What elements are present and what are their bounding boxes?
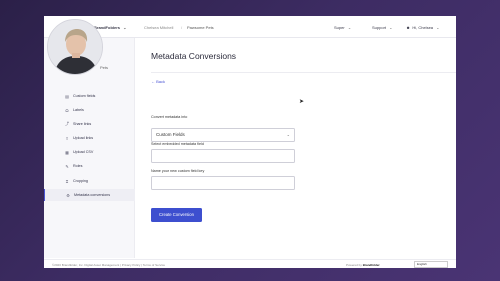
sidebar-item-label: Upload CSV [73, 150, 94, 154]
sidebar-item-labels[interactable]: ⬭ Labels [44, 104, 135, 116]
share-links-icon: ⤴ [65, 121, 69, 126]
sidebar-item-label: Metadata conversions [74, 193, 111, 197]
user-menu[interactable]: ☻ Hi, Chelsea ⌄ [406, 25, 440, 30]
webcam-avatar [47, 19, 103, 75]
sidebar-item-roles[interactable]: ✎ Roles [44, 160, 135, 172]
app-window: BrandFolders ⌄ Chelsea Mitchell / Pawsom… [44, 16, 456, 268]
sidebar-item-label: Cropping [73, 179, 88, 183]
support-label: Support [372, 25, 387, 30]
settings-sidebar: Pets ▤ Custom fields ⬭ Labels ⤴ Share links ⇪ U… [44, 38, 135, 258]
upload-csv-icon: ▦ [65, 149, 69, 155]
super-label: Super [334, 25, 345, 30]
chevron-down-icon: ⌄ [286, 132, 290, 137]
main-content: Metadata Conversions ← Back Convert meta… [136, 38, 456, 258]
chevron-down-icon: ⌄ [389, 25, 393, 30]
person-icon: ☻ [406, 25, 411, 30]
mouse-cursor-icon: ➤ [299, 99, 305, 105]
language-select[interactable]: English [414, 261, 448, 268]
user-greeting: Hi, Chelsea [412, 25, 434, 30]
embedded-field-label: Select embedded metadata field [151, 142, 204, 146]
top-navigation-bar: BrandFolders ⌄ Chelsea Mitchell / Pawsom… [44, 16, 456, 38]
sidebar-item-label: Labels [73, 108, 84, 112]
sidebar-item-label: Roles [73, 164, 83, 168]
sidebar-item-upload-links[interactable]: ⇪ Upload links [44, 132, 135, 144]
embedded-field-input[interactable] [151, 149, 295, 163]
sidebar-item-upload-csv[interactable]: ▦ Upload CSV [44, 146, 135, 158]
convert-into-select[interactable]: Custom Fields ⌄ [151, 128, 295, 142]
chevron-down-icon: ⌄ [436, 25, 440, 30]
custom-field-key-input[interactable] [151, 176, 295, 190]
sidebar-item-label: Share links [73, 122, 92, 126]
breadcrumb-user[interactable]: Chelsea Mitchell [144, 25, 173, 30]
sidebar-item-label: Upload links [73, 136, 94, 140]
sidebar-item-metadata-conversions[interactable]: ⚙ Metadata conversions [44, 189, 135, 201]
page-footer: ©2020 Brandfolder, Inc. Digital Asset Ma… [44, 259, 456, 268]
chevron-down-icon: ⌄ [347, 25, 352, 30]
back-link[interactable]: ← Back [151, 79, 165, 84]
cropping-icon: ⌗ [65, 178, 69, 184]
create-conversion-button[interactable]: Create Conversion [151, 208, 202, 222]
person-silhouette-icon [48, 20, 102, 74]
brandfolder-logo[interactable]: Brandfolder [363, 263, 380, 267]
custom-fields-icon: ▤ [65, 93, 69, 99]
sidebar-top-label: Pets [100, 65, 109, 70]
support-menu[interactable]: Support ⌄ [372, 25, 393, 30]
brand-label: BrandFolders [94, 25, 121, 30]
brand-switcher[interactable]: BrandFolders ⌄ [94, 25, 127, 30]
powered-by-label: Powered by [346, 263, 362, 267]
footer-copyright: ©2020 Brandfolder, Inc. Digital Asset Ma… [52, 263, 166, 267]
roles-icon: ✎ [65, 163, 69, 169]
sidebar-item-label: Custom fields [73, 94, 96, 98]
convert-into-value: Custom Fields [156, 132, 185, 137]
labels-icon: ⬭ [65, 107, 69, 113]
title-divider [151, 72, 456, 73]
super-menu[interactable]: Super ⌄ [334, 25, 351, 30]
custom-field-key-label: Name your new custom field key [151, 169, 205, 173]
sidebar-item-custom-fields[interactable]: ▤ Custom fields [44, 90, 135, 102]
metadata-conversions-icon: ⚙ [66, 192, 70, 198]
chevron-down-icon: ⌄ [123, 25, 127, 30]
language-value: English [417, 262, 427, 266]
page-title: Metadata Conversions [151, 51, 237, 61]
powered-by: Powered by Brandfolder [346, 263, 380, 267]
sidebar-item-cropping[interactable]: ⌗ Cropping [44, 175, 135, 187]
breadcrumb-separator: / [181, 25, 183, 30]
sidebar-item-share-links[interactable]: ⤴ Share links [44, 118, 135, 130]
convert-into-label: Convert metadata into [151, 115, 188, 119]
upload-links-icon: ⇪ [65, 135, 69, 141]
breadcrumb-current[interactable]: Pawsome Pets [187, 25, 214, 30]
